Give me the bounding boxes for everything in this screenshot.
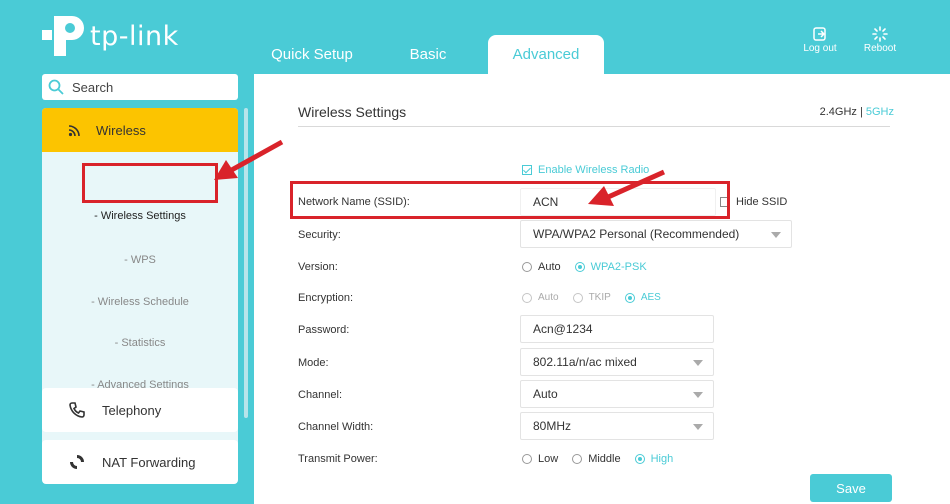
security-label: Security: [298,229,341,241]
logout-label: Log out [803,43,837,54]
security-select[interactable]: WPA/WPA2 Personal (Recommended) [520,220,792,248]
sidebar-item-wireless-schedule[interactable]: - Wireless Schedule [42,296,238,308]
radio-label: WPA2-PSK [590,261,647,273]
wifi-icon [68,125,80,137]
annotation-arrow-icon [588,169,666,206]
checkbox-checked-icon [522,165,532,175]
reboot-button[interactable]: Reboot [860,26,900,54]
main-panel: Wireless Settings 2.4GHz | 5GHz Enable W… [254,74,950,504]
sidebar-item-nat-forwarding[interactable]: NAT Forwarding [42,440,238,484]
radio-label: Auto [538,292,559,303]
search-label: Search [72,79,114,95]
radio-unselected-icon [572,454,583,464]
brand-name: tp-link [90,20,179,52]
reboot-label: Reboot [863,43,897,54]
version-auto-radio[interactable]: Auto [522,261,561,273]
search-input[interactable]: Search [42,74,238,100]
password-label: Password: [298,324,350,336]
sidebar-item-wps[interactable]: - WPS [42,254,238,266]
nat-icon [70,455,84,469]
encryption-auto-radio[interactable]: Auto [522,292,559,303]
password-input[interactable]: Acn@1234 [520,315,714,343]
encryption-radio-group: Auto TKIP AES [522,292,675,303]
mode-label: Mode: [298,357,329,369]
sidebar-item-label: NAT Forwarding [102,454,196,470]
encryption-label: Encryption: [298,292,354,304]
radio-label: Middle [588,453,621,465]
radio-label: AES [640,292,661,303]
radio-unselected-icon [522,292,532,303]
version-radio-group: Auto WPA2-PSK [522,261,661,273]
reboot-icon [872,26,888,42]
band-2-4ghz-link[interactable]: 2.4GHz [820,106,857,118]
hide-ssid-checkbox[interactable]: Hide SSID [720,196,787,208]
radio-selected-icon [634,454,645,464]
channel-value: Auto [533,387,558,401]
annotation-arrow-icon [214,139,284,180]
channel-width-select[interactable]: 80MHz [520,412,714,440]
transmit-power-label: Transmit Power: [298,453,378,465]
version-label: Version: [298,261,338,273]
tab-basic[interactable]: Basic [392,35,464,74]
search-icon [48,79,64,95]
transmit-power-middle-radio[interactable]: Middle [572,453,621,465]
tab-quick-setup[interactable]: Quick Setup [262,35,362,74]
logout-icon [813,27,826,41]
encryption-tkip-radio[interactable]: TKIP [572,292,611,303]
radio-unselected-icon [522,262,532,272]
save-button[interactable]: Save [810,474,892,502]
page-title: Wireless Settings [298,104,407,120]
radio-unselected-icon [522,454,532,464]
section-divider [298,126,890,127]
password-value: Acn@1234 [533,322,593,336]
radio-label: Auto [538,261,561,273]
hide-ssid-label: Hide SSID [736,196,788,208]
tp-link-logo-icon [42,16,84,56]
radio-unselected-icon [572,292,583,303]
annotation-box-wireless-settings [82,163,218,203]
band-switch: 2.4GHz | 5GHz [820,106,894,118]
radio-label: TKIP [588,292,611,303]
mode-select[interactable]: 802.11a/n/ac mixed [520,348,714,376]
radio-selected-icon [624,292,635,303]
sidebar-item-label: Telephony [102,402,162,418]
channel-width-value: 80MHz [533,419,572,433]
radio-selected-icon [574,262,585,272]
version-wpa2-psk-radio[interactable]: WPA2-PSK [574,261,647,273]
logout-button[interactable]: Log out [800,26,840,54]
channel-width-label: Channel Width: [298,421,374,433]
channel-label: Channel: [298,389,343,401]
sidebar-item-wireless-settings[interactable]: - Wireless Settings [42,210,238,222]
sidebar-item-telephony[interactable]: Telephony [42,388,238,432]
sidebar-item-statistics[interactable]: - Statistics [42,337,238,349]
sidebar-item-wireless[interactable]: Wireless [42,108,238,152]
encryption-aes-radio[interactable]: AES [624,292,661,303]
transmit-power-radio-group: Low Middle High [522,453,687,465]
tab-advanced[interactable]: Advanced [488,35,604,74]
mode-value: 802.11a/n/ac mixed [533,355,637,369]
phone-icon [69,402,85,418]
transmit-power-low-radio[interactable]: Low [522,453,558,465]
band-5ghz-link[interactable]: 5GHz [866,106,894,118]
transmit-power-high-radio[interactable]: High [634,453,674,465]
radio-label: Low [538,453,559,465]
sidebar-item-label: Wireless [96,122,146,138]
channel-select[interactable]: Auto [520,380,714,408]
tp-link-logo: tp-link [40,12,179,60]
security-value: WPA/WPA2 Personal (Recommended) [533,227,740,241]
radio-label: High [650,453,674,465]
top-header: tp-link Quick Setup Basic Advanced Log o… [0,0,950,74]
band-separator: | [859,106,863,118]
